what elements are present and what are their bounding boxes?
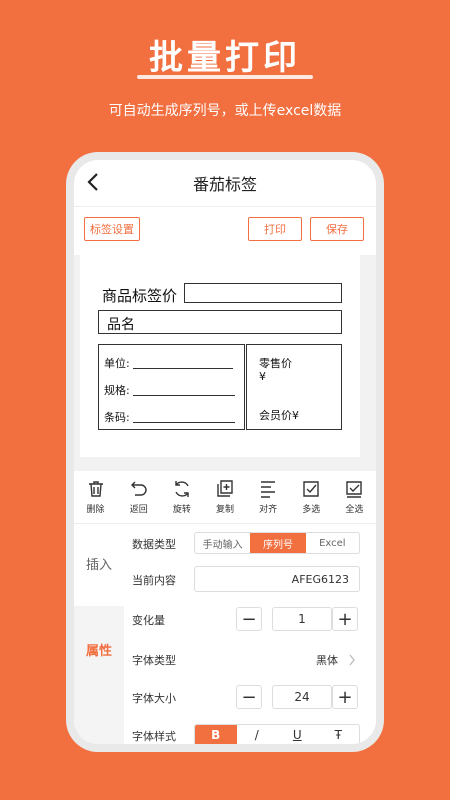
promo-underline [137, 75, 313, 79]
label-unit-line [133, 368, 233, 369]
label-spec-field: 规格: [104, 384, 130, 397]
properties-panel: 插入 属性 数据类型 手动输入 序列号 Excel 当前内容 AFEG6123 … [74, 524, 376, 744]
undo-icon [130, 481, 147, 496]
phone-frame: 番茄标签 标签设置 打印 保存 商品标签价 品名 单位: 规格: 条码: 零售价… [66, 152, 384, 752]
current-content-label: 当前内容 [132, 574, 176, 587]
multiselect-icon [303, 481, 319, 497]
font-type-value[interactable]: 黑体 [316, 652, 338, 668]
font-style-bold[interactable]: B [195, 725, 237, 744]
align-icon [261, 481, 276, 498]
tool-undo-label: 返回 [129, 505, 148, 515]
font-style-strikethrough[interactable]: Ŧ [318, 725, 360, 744]
change-amount-label: 变化量 [132, 614, 165, 627]
change-plus-button[interactable]: + [332, 607, 358, 631]
tool-selectall[interactable]: 全选 [334, 479, 374, 515]
tool-selectall-label: 全选 [345, 505, 364, 515]
row-font-size: 字体大小 − 24 + [132, 684, 368, 712]
edit-tools-bar: 删除 返回 旋转 复制 对齐 多选 全选 [74, 471, 376, 524]
print-button[interactable]: 打印 [248, 217, 302, 241]
font-style-segmented: B / U Ŧ [194, 724, 360, 744]
phone-screen: 番茄标签 标签设置 打印 保存 商品标签价 品名 单位: 规格: 条码: 零售价… [74, 160, 376, 744]
data-type-manual[interactable]: 手动输入 [195, 533, 250, 553]
label-title-box[interactable] [184, 283, 342, 303]
tool-delete-label: 删除 [86, 505, 105, 515]
font-size-value[interactable]: 24 [272, 685, 332, 709]
tool-align[interactable]: 对齐 [248, 479, 288, 515]
canvas-area: 商品标签价 品名 单位: 规格: 条码: 零售价 ¥ 会员价¥ [74, 255, 376, 471]
promo-title: 批量打印 [149, 38, 301, 78]
data-type-segmented: 手动输入 序列号 Excel [194, 532, 360, 554]
row-font-style: 字体样式 B / U Ŧ [132, 722, 368, 744]
font-type-label: 字体类型 [132, 654, 176, 667]
tool-undo[interactable]: 返回 [119, 479, 159, 515]
row-change-amount: 变化量 − 1 + [132, 606, 368, 634]
label-member-price: 会员价¥ [259, 409, 299, 422]
tool-copy-label: 复制 [215, 505, 234, 515]
row-data-type: 数据类型 手动输入 序列号 Excel [132, 530, 368, 558]
label-name-box[interactable]: 品名 [98, 310, 342, 334]
label-barcode-field: 条码: [104, 411, 130, 424]
tool-rotate[interactable]: 旋转 [162, 479, 202, 515]
label-info-box[interactable]: 单位: 规格: 条码: [98, 344, 245, 430]
font-style-label: 字体样式 [132, 730, 176, 743]
change-minus-button[interactable]: − [236, 607, 262, 631]
rotate-icon [175, 481, 189, 497]
row-current-content: 当前内容 AFEG6123 [132, 566, 368, 594]
data-type-excel[interactable]: Excel [306, 533, 359, 553]
label-unit-field: 单位: [104, 357, 130, 370]
font-size-label: 字体大小 [132, 692, 176, 705]
page-title: 番茄标签 [192, 175, 257, 194]
font-style-underline[interactable]: U [277, 725, 318, 744]
row-font-type: 字体类型 黑体 [132, 646, 368, 674]
current-content-input[interactable]: AFEG6123 [194, 566, 360, 592]
tool-delete[interactable]: 删除 [76, 479, 116, 515]
back-arrow-icon[interactable] [82, 170, 106, 194]
label-name-text: 品名 [107, 317, 135, 333]
save-button[interactable]: 保存 [310, 217, 364, 241]
tool-rotate-label: 旋转 [172, 505, 191, 515]
data-type-label: 数据类型 [132, 538, 176, 551]
nav-bar: 番茄标签 [74, 160, 376, 207]
tool-copy[interactable]: 复制 [205, 479, 245, 515]
tool-align-label: 对齐 [259, 505, 278, 515]
label-currency: ¥ [259, 370, 266, 383]
label-settings-button[interactable]: 标签设置 [84, 217, 140, 241]
promo-subtitle: 可自动生成序列号，或上传excel数据 [108, 103, 342, 119]
font-size-plus-button[interactable]: + [332, 685, 358, 709]
label-preview[interactable]: 商品标签价 品名 单位: 规格: 条码: 零售价 ¥ 会员价¥ [80, 255, 360, 457]
copy-icon [217, 480, 233, 497]
chevron-right-icon[interactable] [348, 654, 356, 666]
data-type-serial[interactable]: 序列号 [250, 533, 306, 553]
font-style-italic[interactable]: / [237, 725, 278, 744]
trash-icon [88, 481, 103, 497]
top-toolbar: 标签设置 打印 保存 [74, 207, 376, 255]
label-title-text[interactable]: 商品标签价 [102, 285, 177, 306]
label-spec-line [133, 395, 235, 396]
selectall-icon [346, 481, 363, 498]
change-value[interactable]: 1 [272, 607, 332, 631]
tab-properties[interactable]: 属性 [74, 640, 124, 659]
label-barcode-line [133, 422, 235, 423]
tool-multiselect[interactable]: 多选 [291, 479, 331, 515]
label-price-box[interactable]: 零售价 ¥ 会员价¥ [246, 344, 342, 430]
panel-sidebar: 插入 属性 [74, 524, 124, 744]
font-size-minus-button[interactable]: − [236, 685, 262, 709]
tab-insert[interactable]: 插入 [74, 554, 124, 573]
label-retail-price: 零售价 [259, 357, 292, 370]
tool-multiselect-label: 多选 [302, 505, 321, 515]
